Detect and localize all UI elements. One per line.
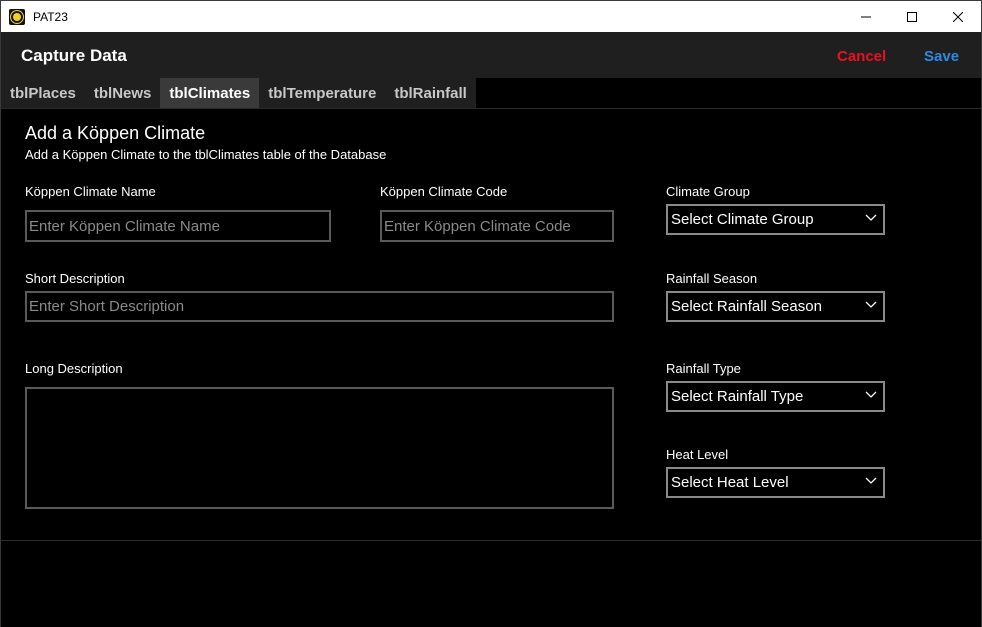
chevron-down-icon xyxy=(865,301,877,308)
maximize-icon xyxy=(907,11,917,22)
rainfall-season-value: Select Rainfall Season xyxy=(671,298,822,315)
heat-level-value: Select Heat Level xyxy=(671,474,789,491)
minimize-button[interactable] xyxy=(843,1,889,32)
window-controls xyxy=(843,1,981,32)
climate-group-label: Climate Group xyxy=(666,184,750,199)
app-window: PAT23 Capture Data Cancel Save tblPlaces… xyxy=(0,0,982,627)
climate-name-input[interactable] xyxy=(25,210,331,242)
climate-name-label: Köppen Climate Name xyxy=(25,184,156,199)
rainfall-type-value: Select Rainfall Type xyxy=(671,388,804,405)
rainfall-season-label: Rainfall Season xyxy=(666,271,758,286)
tab-tblrainfall[interactable]: tblRainfall xyxy=(385,78,476,108)
form-subtitle: Add a Köppen Climate to the tblClimates … xyxy=(25,147,387,162)
maximize-button[interactable] xyxy=(889,1,935,32)
tab-tblclimates[interactable]: tblClimates xyxy=(160,78,260,108)
tab-tblnews[interactable]: tblNews xyxy=(85,78,161,108)
climate-group-select[interactable]: Select Climate Group xyxy=(666,204,885,235)
tab-tbltemperature[interactable]: tblTemperature xyxy=(259,78,385,108)
heat-level-label: Heat Level xyxy=(666,447,729,462)
short-description-input[interactable] xyxy=(25,291,614,322)
tabs: tblPlaces tblNews tblClimates tblTempera… xyxy=(1,78,476,108)
form-panel: Add a Köppen Climate Add a Köppen Climat… xyxy=(1,109,981,541)
climate-code-input[interactable] xyxy=(380,210,614,242)
tab-tblplaces[interactable]: tblPlaces xyxy=(1,78,85,108)
long-description-label: Long Description xyxy=(25,361,123,376)
page-title: Capture Data xyxy=(21,46,127,65)
minimize-icon xyxy=(861,16,871,17)
empty-footer-area xyxy=(1,541,981,627)
cancel-button[interactable]: Cancel xyxy=(837,48,886,65)
tab-bar: tblPlaces tblNews tblClimates tblTempera… xyxy=(1,78,981,109)
chevron-down-icon xyxy=(865,477,877,484)
long-description-input[interactable] xyxy=(25,387,614,509)
short-description-label: Short Description xyxy=(25,271,125,286)
climate-code-label: Köppen Climate Code xyxy=(380,184,508,199)
chevron-down-icon xyxy=(865,391,877,398)
sun-app-icon xyxy=(9,8,25,25)
rainfall-type-label: Rainfall Type xyxy=(666,361,741,376)
title-bar: PAT23 xyxy=(1,1,981,32)
form-title: Add a Köppen Climate xyxy=(25,123,206,143)
climate-group-value: Select Climate Group xyxy=(671,211,814,228)
heat-level-select[interactable]: Select Heat Level xyxy=(666,467,885,498)
rainfall-type-select[interactable]: Select Rainfall Type xyxy=(666,381,885,412)
window-title: PAT23 xyxy=(33,9,68,24)
save-button[interactable]: Save xyxy=(924,48,959,65)
close-icon xyxy=(953,11,963,22)
app-header: Capture Data Cancel Save xyxy=(1,32,981,78)
rainfall-season-select[interactable]: Select Rainfall Season xyxy=(666,291,885,322)
chevron-down-icon xyxy=(865,214,877,221)
close-button[interactable] xyxy=(935,1,981,32)
